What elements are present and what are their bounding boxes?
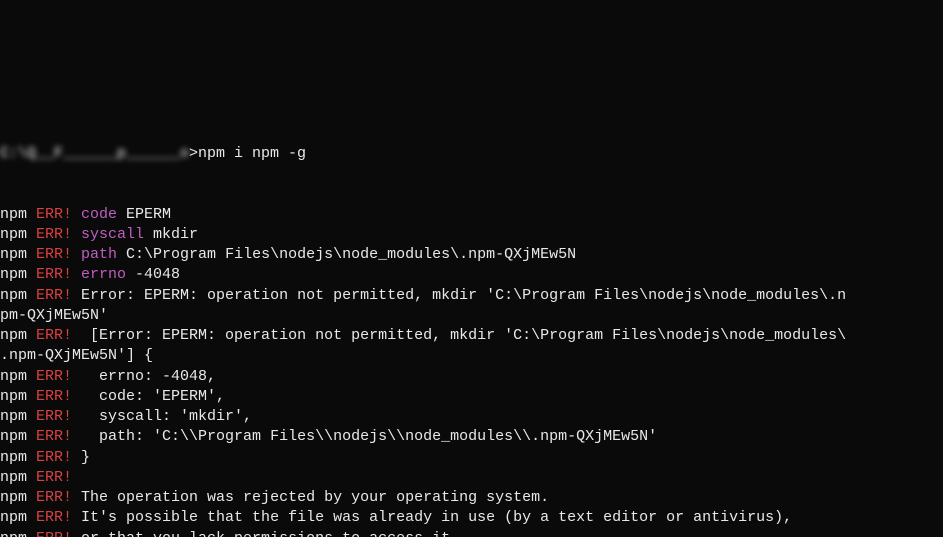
output-line: npm ERR! syscall mkdir	[0, 225, 943, 245]
err-message: .npm-QXjMEw5N'] {	[0, 347, 153, 364]
output-line: npm ERR! syscall: 'mkdir',	[0, 407, 943, 427]
prompt-command: >npm i npm -g	[189, 145, 306, 162]
err-tag: ERR!	[36, 327, 72, 344]
err-tag: ERR!	[36, 368, 72, 385]
err-tag: ERR!	[36, 449, 72, 466]
err-message: mkdir	[144, 226, 198, 243]
output-line: npm ERR! Error: EPERM: operation not per…	[0, 286, 943, 306]
err-keyword: code	[72, 206, 117, 223]
err-message: code: 'EPERM',	[72, 388, 225, 405]
err-message: Error: EPERM: operation not permitted, m…	[72, 287, 846, 304]
npm-prefix: npm	[0, 428, 36, 445]
npm-prefix: npm	[0, 388, 36, 405]
err-tag: ERR!	[36, 408, 72, 425]
npm-prefix: npm	[0, 287, 36, 304]
prompt-line: C:\Q__F______p______o>npm i npm -g	[0, 144, 943, 164]
err-message: syscall: 'mkdir',	[72, 408, 252, 425]
err-keyword: errno	[72, 266, 126, 283]
output-line: npm ERR! The operation was rejected by y…	[0, 488, 943, 508]
err-message: }	[72, 449, 90, 466]
output-line: npm ERR! or that you lack permissions to…	[0, 529, 943, 537]
err-message: pm-QXjMEw5N'	[0, 307, 108, 324]
output-line: .npm-QXjMEw5N'] {	[0, 346, 943, 366]
npm-prefix: npm	[0, 226, 36, 243]
output-line: npm ERR! path C:\Program Files\nodejs\no…	[0, 245, 943, 265]
output-line: npm ERR! path: 'C:\\Program Files\\nodej…	[0, 427, 943, 447]
npm-prefix: npm	[0, 266, 36, 283]
npm-prefix: npm	[0, 408, 36, 425]
err-tag: ERR!	[36, 246, 72, 263]
err-tag: ERR!	[36, 266, 72, 283]
npm-prefix: npm	[0, 449, 36, 466]
output-line: npm ERR! errno -4048	[0, 265, 943, 285]
err-tag: ERR!	[36, 530, 72, 537]
output-line: npm ERR! }	[0, 448, 943, 468]
err-tag: ERR!	[36, 469, 72, 486]
terminal-output[interactable]: C:\Q__F______p______o>npm i npm -g npm E…	[0, 101, 943, 537]
err-tag: ERR!	[36, 509, 72, 526]
npm-prefix: npm	[0, 469, 36, 486]
err-message: EPERM	[117, 206, 171, 223]
err-tag: ERR!	[36, 428, 72, 445]
output-line: npm ERR! code: 'EPERM',	[0, 387, 943, 407]
err-message: [Error: EPERM: operation not permitted, …	[72, 327, 846, 344]
npm-prefix: npm	[0, 206, 36, 223]
output-line: npm ERR! errno: -4048,	[0, 367, 943, 387]
npm-prefix: npm	[0, 368, 36, 385]
err-tag: ERR!	[36, 489, 72, 506]
npm-prefix: npm	[0, 530, 36, 537]
err-tag: ERR!	[36, 287, 72, 304]
npm-prefix: npm	[0, 489, 36, 506]
err-message: or that you lack permissions to access i…	[72, 530, 459, 537]
err-tag: ERR!	[36, 388, 72, 405]
output-line: npm ERR! [Error: EPERM: operation not pe…	[0, 326, 943, 346]
err-keyword: path	[72, 246, 117, 263]
err-message: -4048	[126, 266, 180, 283]
err-message: It's possible that the file was already …	[72, 509, 792, 526]
err-keyword: syscall	[72, 226, 144, 243]
output-line: pm-QXjMEw5N'	[0, 306, 943, 326]
output-line: npm ERR!	[0, 468, 943, 488]
prompt-path-masked: C:\Q__F______p______o	[0, 144, 189, 164]
output-line: npm ERR! code EPERM	[0, 205, 943, 225]
npm-prefix: npm	[0, 246, 36, 263]
err-message: C:\Program Files\nodejs\node_modules\.np…	[117, 246, 576, 263]
npm-prefix: npm	[0, 509, 36, 526]
npm-prefix: npm	[0, 327, 36, 344]
err-message: errno: -4048,	[72, 368, 216, 385]
err-message: path: 'C:\\Program Files\\nodejs\\node_m…	[72, 428, 657, 445]
err-tag: ERR!	[36, 226, 72, 243]
err-tag: ERR!	[36, 206, 72, 223]
err-message: The operation was rejected by your opera…	[72, 489, 549, 506]
output-line: npm ERR! It's possible that the file was…	[0, 508, 943, 528]
